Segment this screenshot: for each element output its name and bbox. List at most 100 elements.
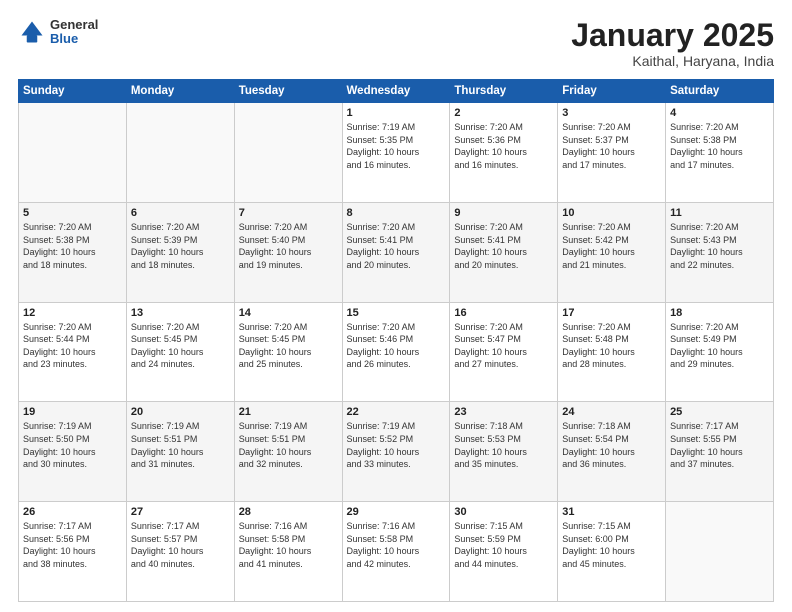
day-info: Sunrise: 7:19 AM Sunset: 5:52 PM Dayligh… (347, 420, 446, 470)
calendar-cell: 1 Sunrise: 7:19 AM Sunset: 5:35 PM Daylig… (342, 103, 450, 203)
logo: General Blue (18, 18, 98, 47)
col-sunday: Sunday (19, 80, 127, 103)
day-info: Sunrise: 7:17 AM Sunset: 5:55 PM Dayligh… (670, 420, 769, 470)
day-info: Sunrise: 7:20 AM Sunset: 5:42 PM Dayligh… (562, 221, 661, 271)
day-info: Sunrise: 7:18 AM Sunset: 5:53 PM Dayligh… (454, 420, 553, 470)
day-info: Sunrise: 7:20 AM Sunset: 5:40 PM Dayligh… (239, 221, 338, 271)
day-info: Sunrise: 7:18 AM Sunset: 5:54 PM Dayligh… (562, 420, 661, 470)
calendar-cell (666, 502, 774, 602)
day-info: Sunrise: 7:15 AM Sunset: 6:00 PM Dayligh… (562, 520, 661, 570)
logo-text: General Blue (50, 18, 98, 47)
col-friday: Friday (558, 80, 666, 103)
calendar-table: Sunday Monday Tuesday Wednesday Thursday… (18, 79, 774, 602)
day-number: 3 (562, 107, 661, 119)
col-saturday: Saturday (666, 80, 774, 103)
calendar-cell: 5Sunrise: 7:20 AM Sunset: 5:38 PM Daylig… (19, 202, 127, 302)
calendar-cell: 16Sunrise: 7:20 AM Sunset: 5:47 PM Dayli… (450, 302, 558, 402)
calendar-cell: 26 Sunrise: 7:17 AM Sunset: 5:56 PM Dayli… (19, 502, 127, 602)
calendar-cell: 27Sunrise: 7:17 AM Sunset: 5:57 PM Dayli… (126, 502, 234, 602)
col-thursday: Thursday (450, 80, 558, 103)
logo-general-text: General (50, 18, 98, 32)
day-number: 19 (23, 406, 122, 418)
day-info: Sunrise: 7:20 AM Sunset: 5:41 PM Dayligh… (454, 221, 553, 271)
day-number: 22 (347, 406, 446, 418)
day-info: Sunrise: 7:19 AM Sunset: 5:50 PM Dayligh… (23, 420, 122, 470)
day-info: Sunrise: 7:19 AM Sunset: 5:51 PM Dayligh… (239, 420, 338, 470)
logo-blue-text: Blue (50, 32, 98, 46)
day-number: 8 (347, 207, 446, 219)
day-number: 31 (562, 506, 661, 518)
calendar-week-3: 12 Sunrise: 7:20 AM Sunset: 5:44 PM Dayli… (19, 302, 774, 402)
calendar-cell: 21 Sunrise: 7:19 AM Sunset: 5:51 PM Dayli… (234, 402, 342, 502)
calendar-cell: 6 Sunrise: 7:20 AM Sunset: 5:39 PM Daylig… (126, 202, 234, 302)
calendar-cell: 19 Sunrise: 7:19 AM Sunset: 5:50 PM Dayli… (19, 402, 127, 502)
title-block: January 2025 Kaithal, Haryana, India (571, 18, 774, 69)
col-tuesday: Tuesday (234, 80, 342, 103)
day-info: Sunrise: 7:20 AM Sunset: 5:45 PM Dayligh… (131, 321, 230, 371)
calendar-cell: 23 Sunrise: 7:18 AM Sunset: 5:53 PM Dayli… (450, 402, 558, 502)
day-info: Sunrise: 7:20 AM Sunset: 5:37 PM Dayligh… (562, 121, 661, 171)
day-number: 2 (454, 107, 553, 119)
day-number: 21 (239, 406, 338, 418)
calendar-cell: 2 Sunrise: 7:20 AM Sunset: 5:36 PM Daylig… (450, 103, 558, 203)
day-number: 4 (670, 107, 769, 119)
calendar-cell: 24Sunrise: 7:18 AM Sunset: 5:54 PM Dayli… (558, 402, 666, 502)
calendar-cell: 4 Sunrise: 7:20 AM Sunset: 5:38 PM Daylig… (666, 103, 774, 203)
logo-icon (18, 18, 46, 46)
day-number: 18 (670, 307, 769, 319)
day-number: 23 (454, 406, 553, 418)
calendar-title: January 2025 (571, 18, 774, 53)
day-info: Sunrise: 7:20 AM Sunset: 5:41 PM Dayligh… (347, 221, 446, 271)
day-number: 15 (347, 307, 446, 319)
day-number: 29 (347, 506, 446, 518)
col-wednesday: Wednesday (342, 80, 450, 103)
day-info: Sunrise: 7:19 AM Sunset: 5:35 PM Dayligh… (347, 121, 446, 171)
day-info: Sunrise: 7:15 AM Sunset: 5:59 PM Dayligh… (454, 520, 553, 570)
day-info: Sunrise: 7:20 AM Sunset: 5:38 PM Dayligh… (670, 121, 769, 171)
calendar-cell: 8 Sunrise: 7:20 AM Sunset: 5:41 PM Daylig… (342, 202, 450, 302)
col-monday: Monday (126, 80, 234, 103)
day-info: Sunrise: 7:20 AM Sunset: 5:39 PM Dayligh… (131, 221, 230, 271)
calendar-week-4: 19 Sunrise: 7:19 AM Sunset: 5:50 PM Dayli… (19, 402, 774, 502)
calendar-cell: 10 Sunrise: 7:20 AM Sunset: 5:42 PM Dayli… (558, 202, 666, 302)
calendar-cell: 7Sunrise: 7:20 AM Sunset: 5:40 PM Daylig… (234, 202, 342, 302)
day-number: 9 (454, 207, 553, 219)
day-info: Sunrise: 7:20 AM Sunset: 5:45 PM Dayligh… (239, 321, 338, 371)
calendar-cell: 31 Sunrise: 7:15 AM Sunset: 6:00 PM Dayli… (558, 502, 666, 602)
calendar-cell: 18 Sunrise: 7:20 AM Sunset: 5:49 PM Dayli… (666, 302, 774, 402)
day-info: Sunrise: 7:20 AM Sunset: 5:36 PM Dayligh… (454, 121, 553, 171)
calendar-week-5: 26 Sunrise: 7:17 AM Sunset: 5:56 PM Dayli… (19, 502, 774, 602)
day-info: Sunrise: 7:16 AM Sunset: 5:58 PM Dayligh… (239, 520, 338, 570)
day-info: Sunrise: 7:20 AM Sunset: 5:47 PM Dayligh… (454, 321, 553, 371)
day-info: Sunrise: 7:17 AM Sunset: 5:57 PM Dayligh… (131, 520, 230, 570)
calendar-cell: 20Sunrise: 7:19 AM Sunset: 5:51 PM Dayli… (126, 402, 234, 502)
calendar-week-2: 5Sunrise: 7:20 AM Sunset: 5:38 PM Daylig… (19, 202, 774, 302)
calendar-cell: 29Sunrise: 7:16 AM Sunset: 5:58 PM Dayli… (342, 502, 450, 602)
day-number: 17 (562, 307, 661, 319)
day-number: 28 (239, 506, 338, 518)
day-number: 25 (670, 406, 769, 418)
day-number: 13 (131, 307, 230, 319)
day-number: 1 (347, 107, 446, 119)
calendar-cell: 11Sunrise: 7:20 AM Sunset: 5:43 PM Dayli… (666, 202, 774, 302)
calendar-cell: 30Sunrise: 7:15 AM Sunset: 5:59 PM Dayli… (450, 502, 558, 602)
day-info: Sunrise: 7:20 AM Sunset: 5:44 PM Dayligh… (23, 321, 122, 371)
day-number: 26 (23, 506, 122, 518)
page: General Blue January 2025 Kaithal, Harya… (0, 0, 792, 612)
calendar-week-1: 1 Sunrise: 7:19 AM Sunset: 5:35 PM Daylig… (19, 103, 774, 203)
day-number: 6 (131, 207, 230, 219)
day-number: 10 (562, 207, 661, 219)
calendar-cell: 28 Sunrise: 7:16 AM Sunset: 5:58 PM Dayli… (234, 502, 342, 602)
day-number: 12 (23, 307, 122, 319)
calendar-cell (19, 103, 127, 203)
day-info: Sunrise: 7:17 AM Sunset: 5:56 PM Dayligh… (23, 520, 122, 570)
day-info: Sunrise: 7:20 AM Sunset: 5:49 PM Dayligh… (670, 321, 769, 371)
calendar-cell (234, 103, 342, 203)
day-number: 5 (23, 207, 122, 219)
calendar-cell: 13 Sunrise: 7:20 AM Sunset: 5:45 PM Dayli… (126, 302, 234, 402)
calendar-cell: 17 Sunrise: 7:20 AM Sunset: 5:48 PM Dayli… (558, 302, 666, 402)
calendar-cell: 9 Sunrise: 7:20 AM Sunset: 5:41 PM Daylig… (450, 202, 558, 302)
day-number: 11 (670, 207, 769, 219)
calendar-cell: 3 Sunrise: 7:20 AM Sunset: 5:37 PM Daylig… (558, 103, 666, 203)
day-info: Sunrise: 7:20 AM Sunset: 5:48 PM Dayligh… (562, 321, 661, 371)
